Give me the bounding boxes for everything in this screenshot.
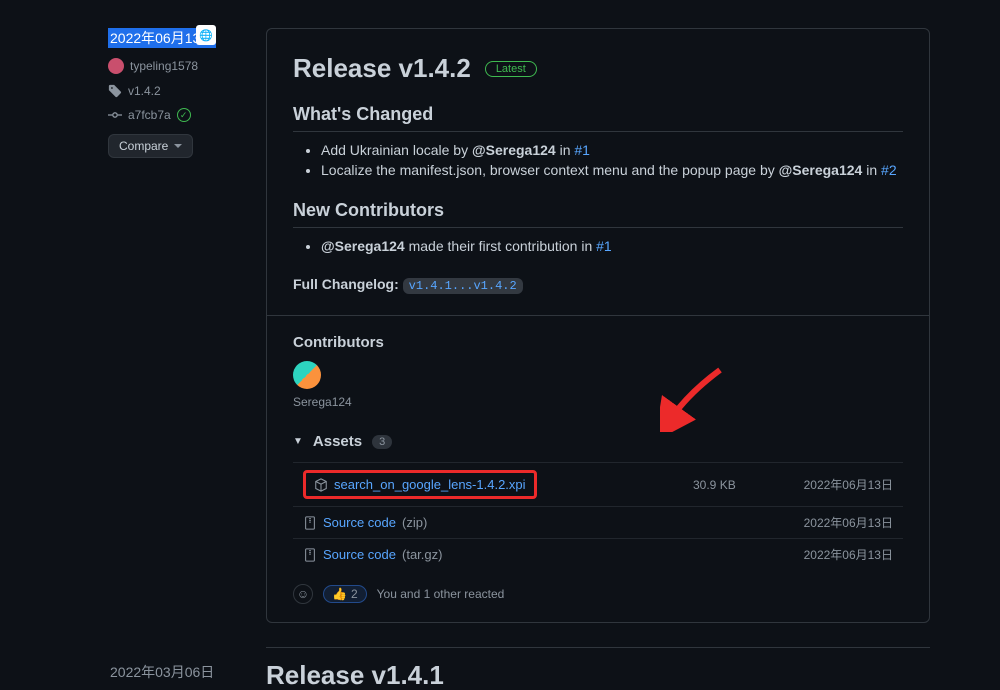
asset-date: 2022年06月13日 [783, 546, 893, 563]
contributor-avatar[interactable] [293, 361, 321, 389]
pr-link[interactable]: #1 [574, 142, 590, 158]
contributor-name[interactable]: Serega124 [293, 395, 903, 409]
user-mention[interactable]: @Serega124 [321, 238, 405, 254]
author-avatar[interactable] [108, 58, 124, 74]
reaction-summary: You and 1 other reacted [377, 587, 505, 601]
asset-row[interactable]: Source code (zip) 2022年06月13日 [293, 506, 903, 538]
divider [266, 647, 930, 648]
asset-name: search_on_google_lens-1.4.2.xpi [334, 477, 526, 492]
contributors-heading: Contributors [293, 334, 903, 351]
asset-date: 2022年06月13日 [783, 514, 893, 531]
commit-link[interactable]: a7fcb7a [128, 108, 171, 122]
release-panel: Release v1.4.2 Latest What's Changed Add… [266, 28, 930, 623]
asset-size: 30.9 KB [693, 478, 783, 492]
divider [267, 315, 929, 316]
latest-badge: Latest [485, 61, 537, 77]
assets-toggle[interactable]: ▼ Assets 3 [293, 433, 903, 450]
user-mention[interactable]: @Serega124 [472, 142, 556, 158]
file-zip-icon [303, 516, 317, 530]
commit-icon [108, 108, 122, 122]
assets-count: 3 [372, 435, 392, 449]
asset-date: 2022年06月13日 [783, 476, 893, 493]
changes-list: Add Ukrainian locale by @Serega124 in #1… [293, 142, 903, 178]
chevron-down-icon [174, 144, 182, 148]
release-title: Release v1.4.2 [293, 53, 471, 84]
triangle-down-icon: ▼ [293, 436, 303, 447]
pr-link[interactable]: #1 [596, 238, 612, 254]
package-icon [314, 478, 328, 492]
new-contributors-list: @Serega124 made their first contribution… [293, 238, 903, 254]
tag-link[interactable]: v1.4.2 [128, 84, 161, 98]
change-item: Localize the manifest.json, browser cont… [321, 162, 903, 178]
author-link[interactable]: typeling1578 [130, 59, 198, 73]
next-release-title: Release v1.4.1 [266, 660, 444, 690]
contributor-item: @Serega124 made their first contribution… [321, 238, 903, 254]
assets-heading: Assets [313, 433, 362, 450]
reactions-bar: ☺ 👍 2 You and 1 other reacted [293, 584, 903, 604]
add-reaction-button[interactable]: ☺ [293, 584, 313, 604]
tag-icon [108, 84, 122, 98]
asset-row[interactable]: search_on_google_lens-1.4.2.xpi 30.9 KB … [293, 462, 903, 506]
file-zip-icon [303, 548, 317, 562]
translate-icon[interactable]: 🌐 [196, 25, 216, 45]
changelog-range-link[interactable]: v1.4.1...v1.4.2 [403, 278, 523, 294]
change-item: Add Ukrainian locale by @Serega124 in #1 [321, 142, 903, 158]
asset-name: Source code [323, 547, 396, 562]
asset-name: Source code [323, 515, 396, 530]
highlighted-asset: search_on_google_lens-1.4.2.xpi [303, 470, 537, 499]
new-contributors-heading: New Contributors [293, 200, 903, 228]
whats-changed-heading: What's Changed [293, 104, 903, 132]
pr-link[interactable]: #2 [881, 162, 897, 178]
next-release-date: 2022年03月06日 [110, 664, 214, 680]
full-changelog: Full Changelog: v1.4.1...v1.4.2 [293, 276, 903, 293]
asset-row[interactable]: Source code (tar.gz) 2022年06月13日 [293, 538, 903, 570]
verified-icon[interactable]: ✓ [177, 108, 191, 122]
compare-label: Compare [119, 139, 168, 153]
release-sidebar: 🌐 2022年06月13日 typeling1578 v1.4.2 a7fcb7… [108, 28, 248, 662]
reaction-pill[interactable]: 👍 2 [323, 585, 367, 603]
user-mention[interactable]: @Serega124 [779, 162, 863, 178]
compare-button[interactable]: Compare [108, 134, 193, 158]
